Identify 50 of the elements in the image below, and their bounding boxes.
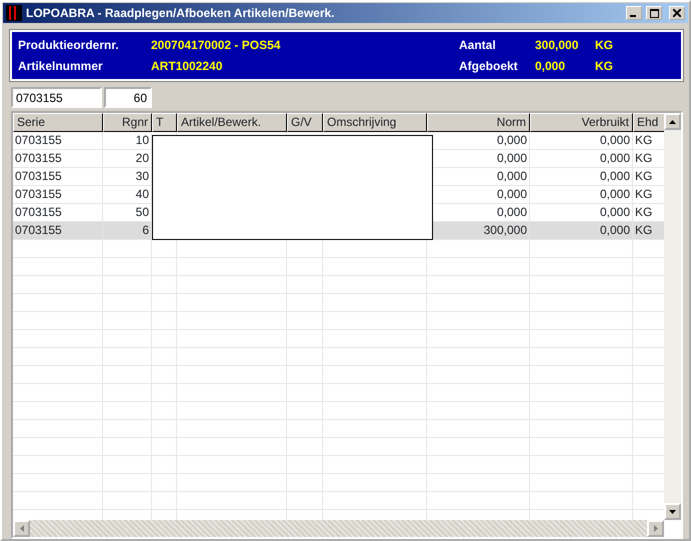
down-arrow-icon xyxy=(669,510,676,514)
right-arrow-icon xyxy=(654,525,658,532)
close-icon xyxy=(673,9,681,17)
field-label: Produktieordernr. xyxy=(18,37,120,54)
column-header[interactable]: Rgnr xyxy=(103,113,152,132)
serie-field[interactable]: 0703155 xyxy=(11,87,102,108)
table-cell: 0,000 xyxy=(530,186,633,204)
horizontal-scrollbar[interactable] xyxy=(13,520,664,537)
table-cell: 0703155 xyxy=(13,186,103,204)
field-label: Aantal xyxy=(459,37,497,54)
table-cell: 0,000 xyxy=(530,168,633,186)
table-cell: 0703155 xyxy=(13,168,103,186)
maximize-button[interactable] xyxy=(646,6,662,20)
app-icon xyxy=(6,5,22,21)
table-cell: 0,000 xyxy=(530,150,633,168)
table-cell: KG xyxy=(633,222,664,240)
unit-label: KG xyxy=(595,58,614,75)
column-header[interactable]: Ehd xyxy=(633,113,664,132)
table-cell: 0703155 xyxy=(13,222,103,240)
column-header[interactable]: Artikel/Bewerk. xyxy=(177,113,287,132)
scroll-down-button[interactable] xyxy=(664,503,681,520)
left-arrow-icon xyxy=(20,525,24,532)
rgnr-field[interactable]: 60 xyxy=(104,87,152,108)
table-cell: 0,000 xyxy=(530,132,633,150)
close-button[interactable] xyxy=(669,6,685,20)
field-value: 300,000 xyxy=(535,37,580,54)
column-header[interactable]: Serie xyxy=(13,113,103,132)
vertical-scrollbar[interactable] xyxy=(664,113,681,520)
field-value: 200704170002 - POS54 xyxy=(151,37,282,54)
field-value: ART1002240 xyxy=(151,58,224,75)
scroll-up-button[interactable] xyxy=(664,113,681,130)
field-value: 0,000 xyxy=(535,58,566,75)
window-title: LOPOABRA - Raadplegen/Afboeken Artikelen/Bewerk. xyxy=(26,5,336,22)
table-cell: 0703155 xyxy=(13,150,103,168)
field-label: Afgeboekt xyxy=(459,58,519,75)
scroll-right-button[interactable] xyxy=(647,520,664,537)
up-arrow-icon xyxy=(669,120,676,124)
column-header[interactable]: Omschrijving xyxy=(323,113,427,132)
column-header[interactable]: T xyxy=(152,113,177,132)
unit-label: KG xyxy=(595,37,614,54)
scroll-left-button[interactable] xyxy=(13,520,30,537)
column-header[interactable]: Norm xyxy=(427,113,530,132)
table-cell: 0,000 xyxy=(530,222,633,240)
column-header[interactable]: Verbruikt xyxy=(530,113,633,132)
table-cell: 6 xyxy=(103,222,152,240)
field-label: Artikelnummer xyxy=(18,58,104,75)
maximize-icon xyxy=(650,8,658,18)
table-cell: 0703155 xyxy=(13,132,103,150)
column-header[interactable]: G/V xyxy=(287,113,323,132)
minimize-button[interactable] xyxy=(626,6,642,20)
